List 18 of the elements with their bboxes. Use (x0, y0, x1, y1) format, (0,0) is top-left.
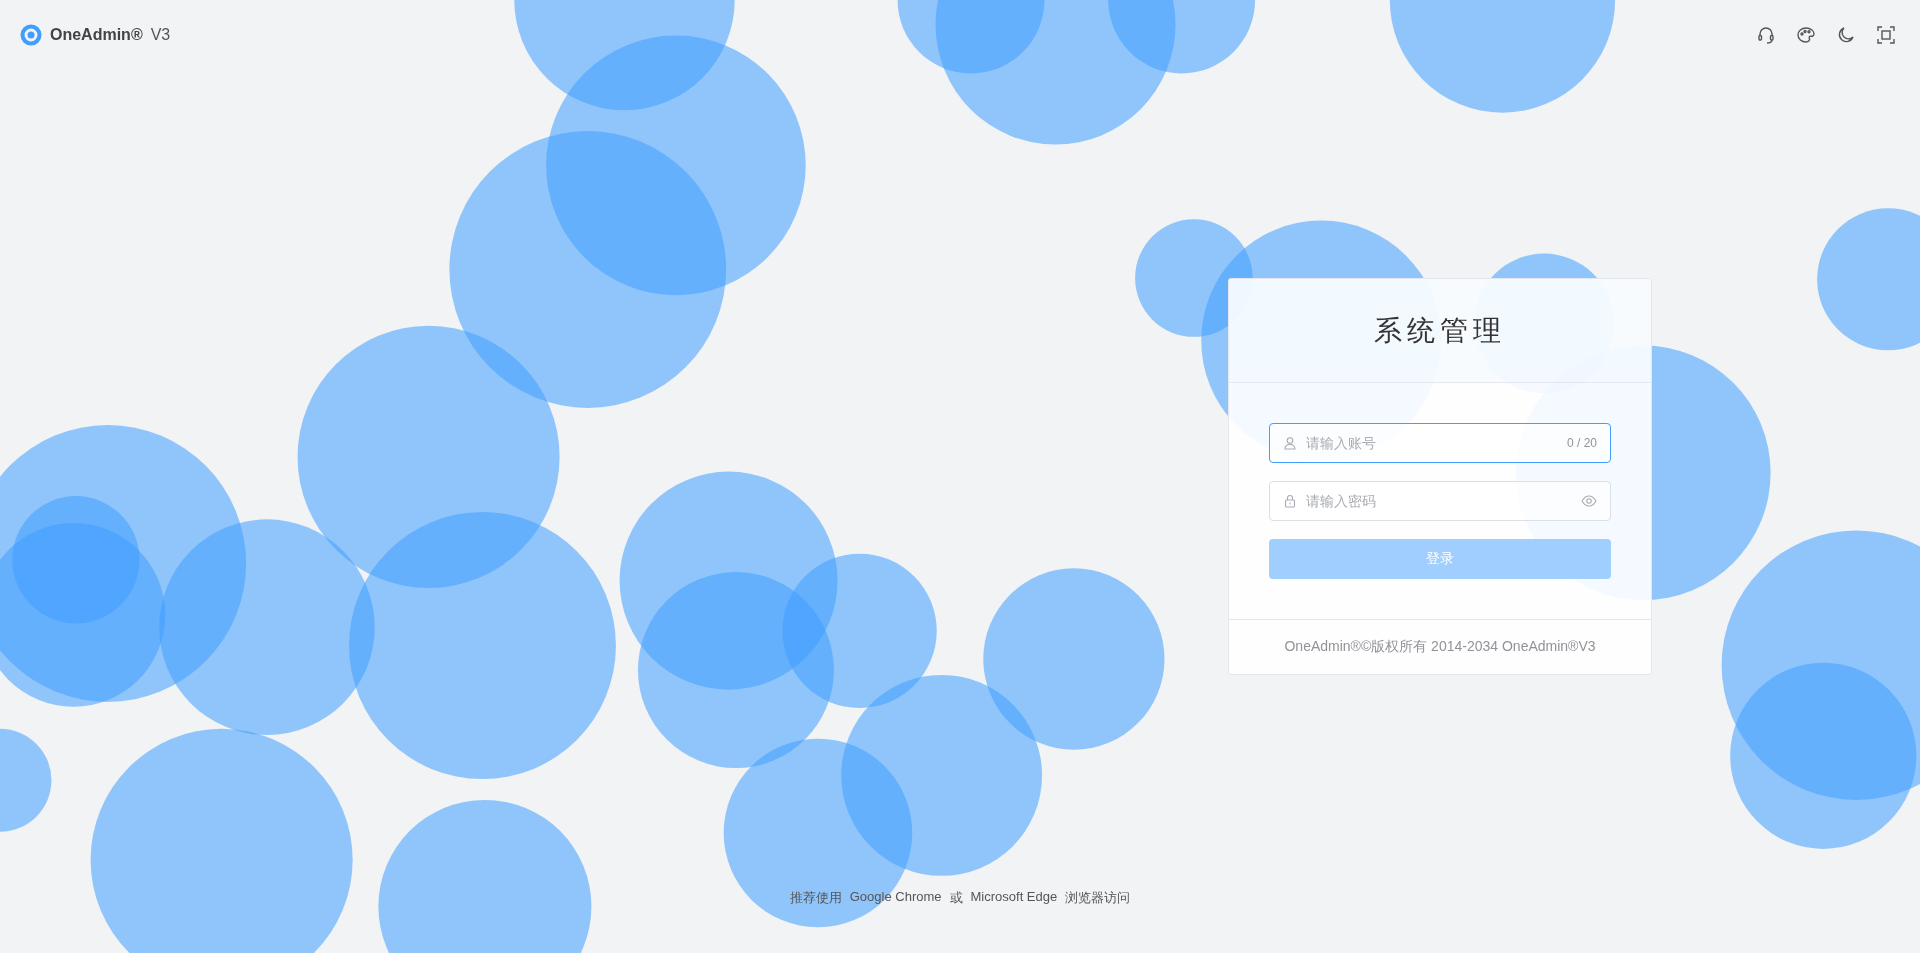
character-counter: 0 / 20 (1566, 436, 1597, 450)
brand-version: V3 (150, 26, 171, 44)
browser-hint-text: Google Chrome (849, 889, 942, 906)
password-field[interactable]: 请输入密码 (1269, 481, 1611, 521)
brand-name: OneAdmin® (50, 26, 143, 44)
browser-hint-text: 或 (949, 889, 963, 907)
headset-icon[interactable] (1756, 25, 1776, 45)
moon-icon[interactable] (1836, 25, 1856, 45)
browser-hint-text: 推荐使用 (789, 889, 842, 907)
logo-icon (20, 24, 42, 46)
copyright-text: OneAdmin®©版权所有 2014-2034 OneAdmin®V3 (1284, 638, 1596, 656)
palette-icon[interactable] (1796, 25, 1816, 45)
lock-icon (1283, 494, 1297, 508)
user-icon (1283, 436, 1297, 450)
fullscreen-icon[interactable] (1876, 25, 1896, 45)
browser-hint-text: 浏览器访问 (1065, 889, 1131, 907)
browser-hint-text: Microsoft Edge (970, 889, 1058, 906)
login-title: 系统管理 (1374, 313, 1506, 348)
